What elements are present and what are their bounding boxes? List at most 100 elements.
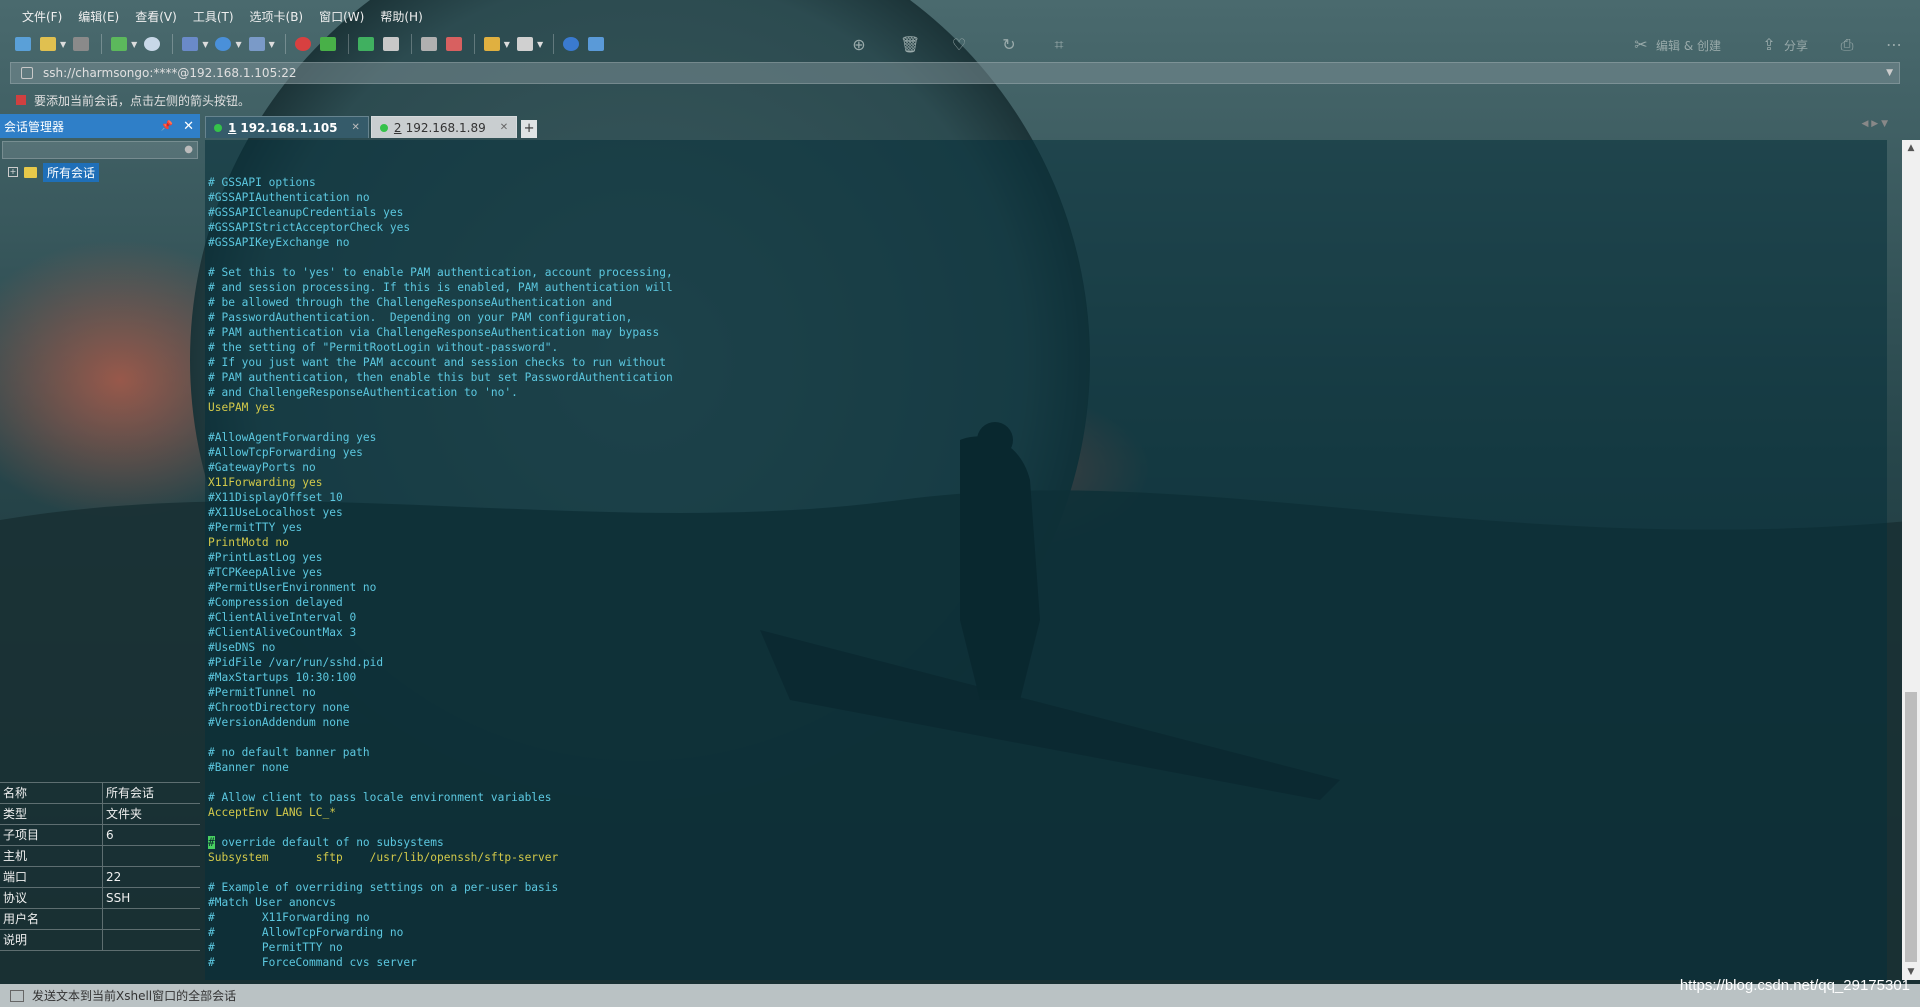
find-icon[interactable] (141, 33, 163, 55)
print-icon[interactable]: ⎙ (1838, 36, 1856, 54)
heart-icon[interactable]: ♡ (950, 36, 968, 54)
tab-scroll-arrows[interactable]: ◀ ▶ ▼ (1862, 119, 1889, 129)
help-icon[interactable] (560, 33, 582, 55)
session-folder-icon[interactable] (481, 33, 503, 55)
terminal-line: # GSSAPI options (208, 176, 316, 189)
toolbar-separator (172, 34, 174, 54)
fullscreen-icon[interactable] (355, 33, 377, 55)
session-folder-dropdown-icon[interactable]: ▼ (504, 40, 510, 49)
tab-session-2[interactable]: 2 192.168.1.89 ✕ (370, 116, 518, 138)
toolbar-separator (347, 34, 349, 54)
reconnect-icon[interactable] (70, 33, 92, 55)
menu-tools[interactable]: 工具(T) (185, 5, 242, 29)
lock-icon[interactable] (380, 33, 402, 55)
send-text-icon[interactable] (10, 989, 24, 1002)
zoom-in-icon[interactable]: ⊕ (850, 36, 868, 54)
edit-create-button[interactable]: 编辑 & 创建 (1656, 37, 1721, 54)
open-folder-icon[interactable] (37, 33, 59, 55)
folder-icon (24, 166, 37, 178)
property-row: 子项目 6 (0, 825, 200, 846)
property-key: 协议 (0, 888, 103, 908)
menu-edit[interactable]: 编辑(E) (70, 5, 127, 29)
tree-item-all-sessions[interactable]: + 所有会话 (0, 162, 200, 182)
terminal-line: #Match User anoncvs (208, 896, 336, 909)
layout-dropdown-icon[interactable]: ▼ (537, 40, 543, 49)
share-button[interactable]: 分享 (1784, 37, 1808, 54)
session-manager-title: 会话管理器 (4, 119, 65, 134)
scroll-up-icon[interactable]: ▲ (1902, 140, 1920, 156)
terminal-line: # ForceCommand cvs server (208, 956, 417, 969)
edit-create-icon[interactable]: ✂ (1632, 36, 1650, 54)
highlight-icon[interactable] (443, 33, 465, 55)
rotate-icon[interactable]: ↻ (1000, 36, 1018, 54)
address-input[interactable]: ssh://charmsongo:****@192.168.1.105:22 (43, 66, 297, 80)
menu-file[interactable]: 文件(F) (14, 5, 70, 29)
layout-icon[interactable] (514, 33, 536, 55)
terminal-output[interactable]: # GSSAPI options #GSSAPIAuthentication no… (205, 140, 1887, 980)
terminal-line: # If you just want the PAM account and s… (208, 356, 667, 369)
close-tab-icon[interactable]: ✕ (500, 122, 508, 133)
new-session-icon[interactable] (12, 33, 34, 55)
terminal-line: #AllowTcpForwarding yes (208, 446, 363, 459)
new-tab-icon[interactable] (108, 33, 130, 55)
terminal-line: # AllowTcpForwarding no (208, 926, 404, 939)
arrow-icon[interactable] (16, 95, 26, 105)
close-tab-icon[interactable]: ✕ (352, 122, 360, 133)
terminal-line: #GSSAPICleanupCredentials yes (208, 206, 404, 219)
address-bar[interactable]: ssh://charmsongo:****@192.168.1.105:22 ▼ (10, 62, 1900, 84)
property-key: 主机 (0, 846, 103, 866)
terminal-line: # Example of overriding settings on a pe… (208, 881, 559, 894)
property-key: 说明 (0, 930, 103, 950)
tab-session-1[interactable]: 1 192.168.1.105 ✕ (205, 116, 369, 138)
crop-icon[interactable]: ⌗ (1050, 36, 1068, 54)
more-icon[interactable]: ⋯ (1885, 36, 1903, 54)
session-tabs: 1 192.168.1.105 ✕ 2 192.168.1.89 ✕ + (205, 116, 538, 138)
terminal-line: #VersionAddendum none (208, 716, 350, 729)
terminal-line: #MaxStartups 10:30:100 (208, 671, 357, 684)
scroll-thumb[interactable] (1905, 692, 1917, 962)
terminal-line: #ClientAliveInterval 0 (208, 611, 357, 624)
menu-tabs[interactable]: 选项卡(B) (242, 5, 312, 29)
property-value (103, 909, 106, 929)
menu-view[interactable]: 查看(V) (127, 5, 185, 29)
property-row: 说明 (0, 930, 200, 951)
xmanager-icon[interactable] (317, 33, 339, 55)
transfer-dropdown-icon[interactable]: ▼ (202, 40, 208, 49)
property-value: 6 (106, 828, 114, 842)
open-dropdown-icon[interactable]: ▼ (60, 40, 66, 49)
property-row: 端口 22 (0, 867, 200, 888)
expand-icon[interactable]: + (8, 167, 18, 177)
status-text[interactable]: 发送文本到当前Xshell窗口的全部会话 (32, 987, 236, 1004)
terminal-line: # override default of no subsystems (208, 836, 444, 849)
menu-window[interactable]: 窗口(W) (311, 5, 372, 29)
terminal-line: # Allow client to pass locale environmen… (208, 791, 552, 804)
close-icon[interactable]: ✕ (183, 119, 194, 134)
menu-help[interactable]: 帮助(H) (372, 5, 430, 29)
property-row: 类型 文件夹 (0, 804, 200, 825)
chevron-down-icon[interactable]: ▼ (1886, 68, 1893, 78)
pin-icon[interactable]: 📌 (161, 121, 173, 132)
font-icon[interactable] (246, 33, 268, 55)
add-tab-button[interactable]: + (521, 120, 538, 138)
terminal-text: # GSSAPI options #GSSAPIAuthentication no… (208, 175, 673, 970)
globe-dropdown-icon[interactable]: ▼ (235, 40, 241, 49)
keyboard-icon[interactable] (418, 33, 440, 55)
globe-icon[interactable] (212, 33, 234, 55)
property-key: 子项目 (0, 825, 103, 845)
transfer-icon[interactable] (179, 33, 201, 55)
terminal-line: UsePAM yes (208, 401, 276, 414)
delete-icon[interactable]: 🗑 (900, 36, 920, 54)
share-icon[interactable]: ⇪ (1760, 36, 1778, 54)
terminal-scrollbar[interactable]: ▲ ▼ (1902, 140, 1920, 980)
xftp-icon[interactable] (292, 33, 314, 55)
session-search-input[interactable]: ● (2, 141, 198, 159)
font-dropdown-icon[interactable]: ▼ (269, 40, 275, 49)
property-value (103, 846, 106, 866)
tree-item-label[interactable]: 所有会话 (43, 162, 100, 182)
search-icon: ● (184, 144, 193, 155)
chat-icon[interactable] (585, 33, 607, 55)
new-tab-dropdown-icon[interactable]: ▼ (131, 40, 137, 49)
terminal-line: #UseDNS no (208, 641, 276, 654)
